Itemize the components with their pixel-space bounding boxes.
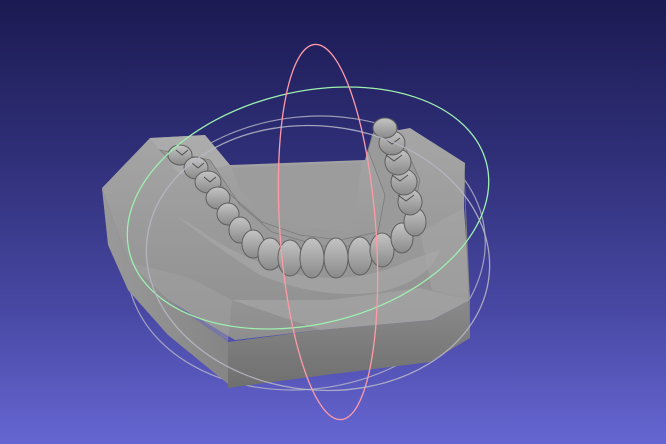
scene-canvas[interactable]: [0, 0, 666, 444]
dental-model[interactable]: [102, 117, 470, 388]
3d-viewport[interactable]: [0, 0, 666, 444]
